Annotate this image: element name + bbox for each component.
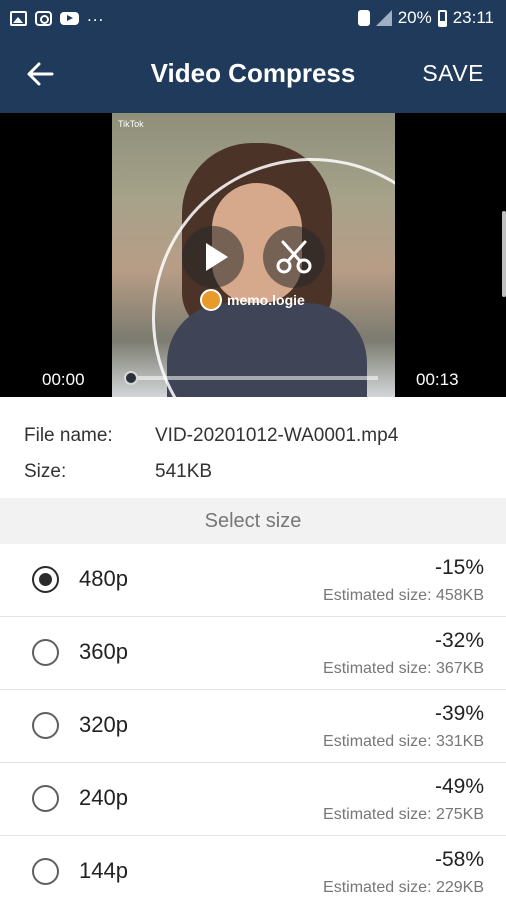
user-watermark: memo.logie <box>200 289 305 311</box>
resolution-label: 240p <box>79 785 128 810</box>
battery-percent: 20% <box>397 8 432 27</box>
watermark-username: memo.logie <box>227 292 305 308</box>
option-320p[interactable]: 320p -39% Estimated size: 331KB <box>0 690 506 763</box>
file-name-label: File name: <box>24 425 113 446</box>
signal-icon <box>375 10 392 26</box>
reduction-percent: -58% <box>434 848 484 871</box>
estimated-size: Estimated size: 367KB <box>323 660 484 677</box>
estimated-size: Estimated size: 458KB <box>323 587 484 604</box>
youtube-icon <box>60 11 79 25</box>
reduction-percent: -49% <box>434 775 484 798</box>
radio-button[interactable] <box>32 858 59 885</box>
resolution-label: 480p <box>79 566 128 591</box>
watermark-logo-icon <box>200 289 222 311</box>
save-button[interactable]: SAVE <box>422 60 484 87</box>
option-480p[interactable]: 480p -15% Estimated size: 458KB <box>0 544 506 617</box>
select-size-header: Select size <box>0 498 506 544</box>
file-name-value: VID-20201012-WA0001.mp4 <box>155 425 399 446</box>
seek-bar[interactable] <box>128 376 378 380</box>
option-240p[interactable]: 240p -49% Estimated size: 275KB <box>0 763 506 836</box>
estimated-size: Estimated size: 331KB <box>323 733 484 750</box>
play-button[interactable] <box>182 226 244 288</box>
tiktok-watermark: TikTok <box>118 119 144 129</box>
file-size-label: Size: <box>24 461 67 482</box>
file-size-value: 541KB <box>155 461 213 482</box>
radio-button[interactable] <box>32 712 59 739</box>
reduction-percent: -15% <box>434 556 484 579</box>
more-notifications: ... <box>87 6 105 25</box>
video-preview: TikTok memo.logie 00:00 00:13 <box>0 113 506 397</box>
video-frame[interactable]: TikTok memo.logie <box>112 113 395 397</box>
option-360p[interactable]: 360p -32% Estimated size: 367KB <box>0 617 506 690</box>
option-144p[interactable]: 144p -58% Estimated size: 229KB <box>0 836 506 900</box>
scissors-icon <box>276 240 312 274</box>
reduction-percent: -32% <box>434 629 484 652</box>
resolution-label: 360p <box>79 639 128 664</box>
resolution-label: 320p <box>79 712 128 737</box>
clock: 23:11 <box>452 8 494 27</box>
current-time: 00:00 <box>42 370 85 389</box>
seek-handle[interactable] <box>124 371 138 385</box>
estimated-size: Estimated size: 229KB <box>323 879 484 896</box>
notification-icons: ... <box>10 0 104 36</box>
lock-icon <box>357 10 370 26</box>
trim-button[interactable] <box>263 226 325 288</box>
resolution-label: 144p <box>79 858 128 883</box>
total-duration: 00:13 <box>416 370 459 389</box>
battery-icon <box>437 9 447 27</box>
reduction-percent: -39% <box>434 702 484 725</box>
scroll-indicator <box>502 211 506 297</box>
app-bar: Video Compress SAVE <box>0 36 506 113</box>
resolution-options: 480p -15% Estimated size: 458KB 360p -32… <box>0 544 506 900</box>
radio-button[interactable] <box>32 785 59 812</box>
system-status: 20% 23:11 <box>357 0 494 36</box>
estimated-size: Estimated size: 275KB <box>323 806 484 823</box>
status-bar: ... 20% 23:11 <box>0 0 506 36</box>
gallery-icon <box>10 10 27 26</box>
radio-button[interactable] <box>32 639 59 666</box>
file-info: File name: VID-20201012-WA0001.mp4 Size:… <box>0 397 506 498</box>
radio-button[interactable] <box>32 566 59 593</box>
instagram-icon <box>35 10 52 26</box>
video-compress-screen: ... 20% 23:11 Video Compress SAVE TikTok <box>0 0 506 900</box>
